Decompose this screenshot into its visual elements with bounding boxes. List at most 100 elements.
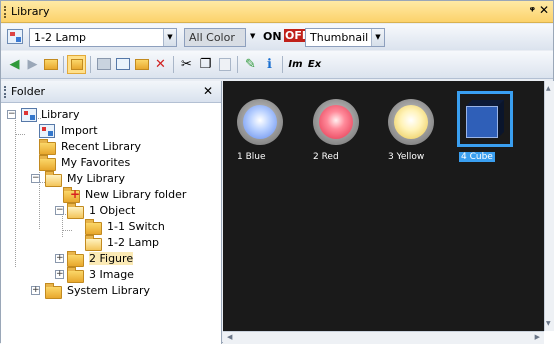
info-icon[interactable]: ℹ — [260, 55, 279, 74]
folder-icon — [39, 155, 56, 171]
forward-icon[interactable]: ▶ — [23, 55, 42, 74]
view-mode-value: Thumbnail — [310, 31, 369, 44]
toolbar-divider — [173, 56, 174, 73]
scroll-right-icon[interactable]: ▶ — [535, 333, 540, 341]
scroll-left-icon[interactable]: ◀ — [227, 333, 232, 341]
copy-icon[interactable]: ❐ — [196, 55, 215, 74]
top-toolbar: 1-2 Lamp ▼ All Color ▼ ON OFF Thumbnail … — [1, 24, 553, 50]
chevron-down-icon[interactable]: ▼ — [250, 32, 255, 40]
tree-label: Library — [41, 108, 80, 121]
blue-lamp-thumbnail — [237, 99, 283, 145]
drag-grip[interactable] — [4, 6, 7, 18]
toolbar-divider — [282, 56, 283, 73]
tree-label: Recent Library — [61, 140, 141, 153]
chevron-down-icon[interactable]: ▼ — [163, 29, 176, 46]
new-folder-icon[interactable] — [94, 55, 113, 74]
thumbnail-item[interactable]: 3 Yellow — [384, 95, 456, 165]
thumbnail-label: 2 Red — [313, 152, 339, 162]
thumbnail-item-selected[interactable]: 4 Cube — [457, 91, 529, 165]
action-toolbar: ◀ ▶ ✕ ✂ ❐ ✎ ℹ Im Ex — [1, 51, 553, 79]
thumbnail-panel: 1 Blue 2 Red 3 Yellow 4 Cube ▲ ▼ ◀ ▶ — [223, 81, 554, 344]
new-folder-icon: + — [63, 187, 81, 203]
folder-icon — [45, 283, 62, 299]
library-select[interactable]: 1-2 Lamp ▼ — [29, 28, 177, 47]
folder-icon — [85, 219, 102, 235]
cut-icon[interactable]: ✂ — [177, 55, 196, 74]
tree-line — [62, 213, 63, 237]
back-icon[interactable]: ◀ — [5, 55, 24, 74]
tree-label: Import — [61, 124, 98, 137]
toolbar-divider — [237, 56, 238, 73]
thumbnail-label: 4 Cube — [459, 152, 495, 162]
edit-icon[interactable]: ✎ — [241, 55, 260, 74]
tree-label: New Library folder — [85, 188, 187, 201]
tree-label: My Library — [67, 172, 125, 185]
library-icon — [7, 29, 23, 44]
on-toggle[interactable]: ON — [263, 30, 282, 43]
delete-glyph: ✕ — [155, 57, 166, 72]
view-mode-select[interactable]: Thumbnail ▼ — [305, 28, 385, 47]
import-in-icon[interactable]: Im — [286, 55, 305, 74]
import-icon[interactable] — [132, 55, 151, 74]
expand-icon[interactable]: + — [55, 270, 64, 279]
chevron-down-icon[interactable]: ▼ — [371, 29, 384, 46]
collapse-icon[interactable]: − — [31, 174, 40, 183]
color-filter-select[interactable]: All Color — [184, 28, 246, 47]
library-select-value: 1-2 Lamp — [34, 31, 87, 44]
expand-icon[interactable]: + — [31, 286, 40, 295]
thumbnail-label: 1 Blue — [237, 152, 266, 162]
up-folder-icon[interactable] — [41, 55, 60, 74]
color-filter-value: All Color — [189, 31, 235, 44]
expand-icon[interactable]: + — [55, 254, 64, 263]
scroll-down-icon[interactable]: ▼ — [546, 320, 551, 327]
scroll-up-icon[interactable]: ▲ — [546, 85, 551, 92]
folder-open-icon — [67, 203, 84, 219]
folder-open-icon — [85, 235, 102, 251]
library-window: Library ᵠ ✕ 1-2 Lamp ▼ All Color ▼ ON OF… — [0, 0, 554, 344]
window-title: Library — [11, 5, 50, 18]
folder-open-icon — [45, 171, 62, 187]
thumbnail-item[interactable]: 2 Red — [309, 95, 381, 165]
tree-line — [62, 230, 72, 231]
pin-icon[interactable]: ᵠ — [530, 4, 535, 17]
title-bar[interactable]: Library ᵠ ✕ — [1, 1, 553, 23]
yellow-lamp-thumbnail — [388, 99, 434, 145]
plus-icon: + — [70, 187, 81, 201]
paste-icon[interactable] — [215, 55, 234, 74]
folder-tree: − Library Import Recent Library My Favor… — [1, 105, 221, 341]
collapse-icon[interactable]: − — [55, 206, 64, 215]
import-library-icon — [39, 124, 55, 138]
folder-panel: Folder ✕ − Library Import Recent Library… — [1, 81, 222, 344]
folder-icon — [67, 267, 84, 283]
tree-label: My Favorites — [61, 156, 131, 169]
tree-label: 1-2 Lamp — [107, 236, 160, 249]
close-icon[interactable]: ✕ — [539, 3, 549, 17]
thumbnail-label: 3 Yellow — [388, 152, 425, 162]
tree-label: 1 Object — [89, 204, 136, 217]
tree-label: 2 Figure — [89, 252, 134, 265]
toolbar-divider — [63, 56, 64, 73]
tree-label: 1-1 Switch — [107, 220, 165, 233]
vertical-scrollbar[interactable]: ▲ ▼ — [544, 81, 554, 331]
folder-panel-header: Folder ✕ — [1, 81, 221, 103]
delete-icon[interactable]: ✕ — [151, 55, 170, 74]
drag-grip[interactable] — [4, 86, 7, 98]
selection-frame — [457, 91, 513, 147]
close-icon[interactable]: ✕ — [203, 84, 213, 98]
tree-line — [15, 117, 16, 267]
toolbar-divider — [90, 56, 91, 73]
cube-thumbnail — [466, 100, 504, 138]
collapse-icon[interactable]: − — [7, 110, 16, 119]
tree-view-icon[interactable] — [67, 55, 86, 74]
folder-icon — [67, 251, 84, 267]
folder-icon — [39, 139, 56, 155]
register-icon[interactable] — [113, 55, 132, 74]
thumbnail-viewer[interactable]: 1 Blue 2 Red 3 Yellow 4 Cube — [223, 81, 544, 331]
folder-panel-title: Folder — [11, 85, 45, 98]
tree-label: 3 Image — [89, 268, 134, 281]
export-ex-icon[interactable]: Ex — [305, 55, 324, 74]
thumbnail-item[interactable]: 1 Blue — [233, 95, 305, 165]
red-lamp-thumbnail — [313, 99, 359, 145]
horizontal-scrollbar[interactable]: ◀ ▶ — [223, 331, 544, 344]
tree-line — [15, 134, 25, 135]
